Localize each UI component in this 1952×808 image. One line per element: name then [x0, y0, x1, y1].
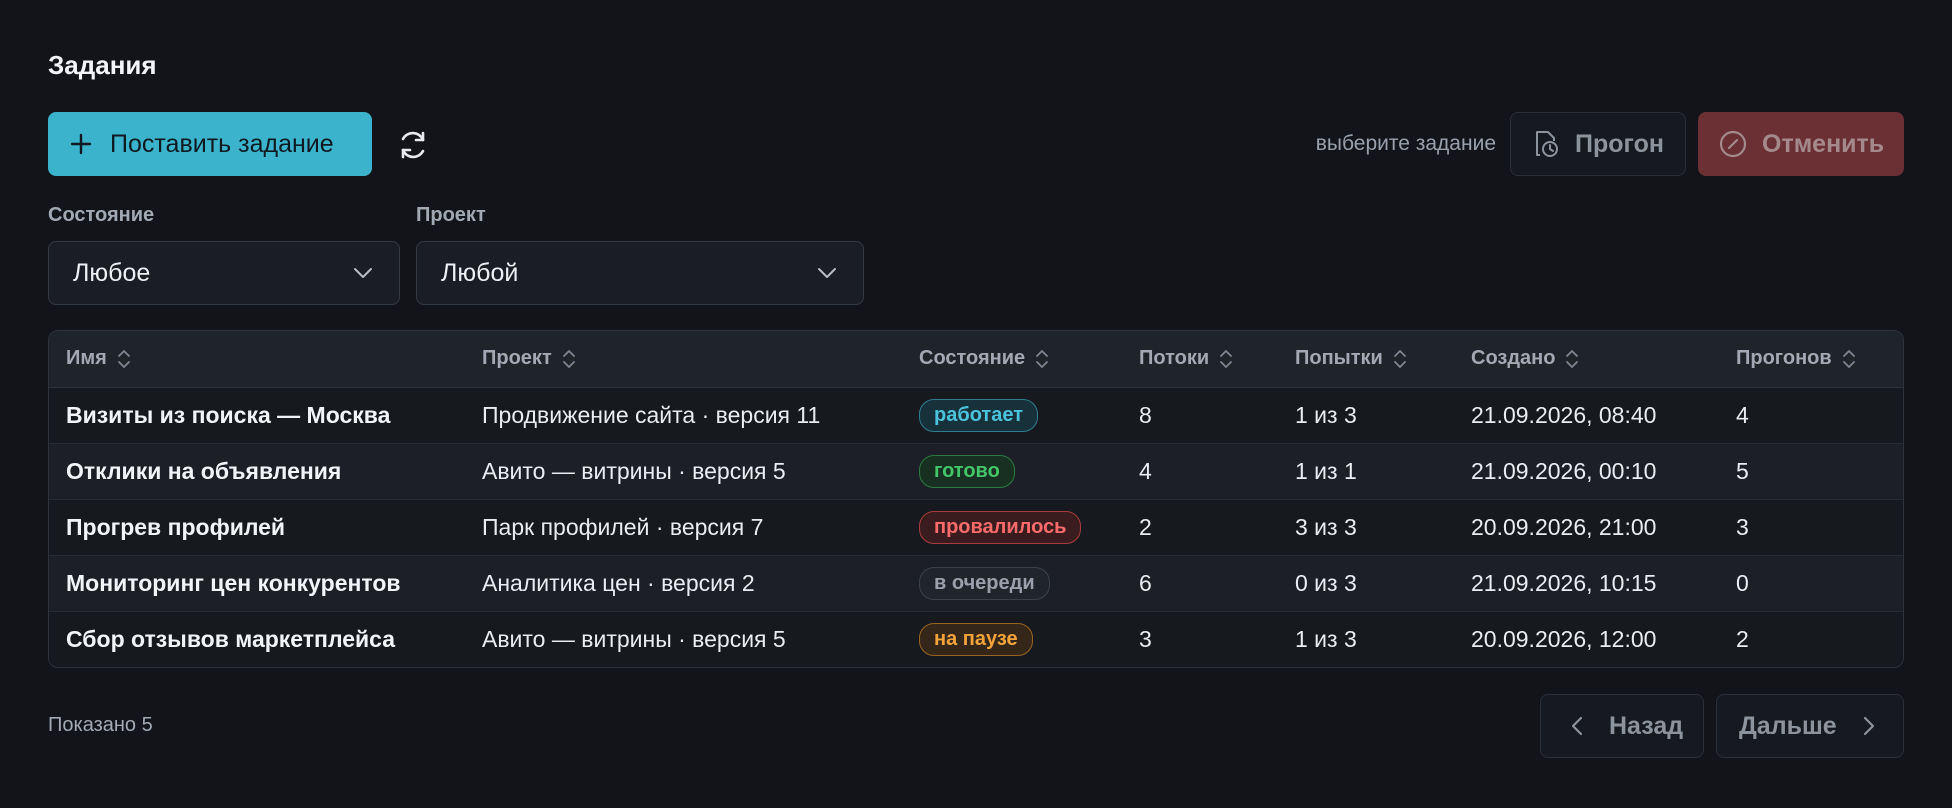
- sort-icon: [1036, 350, 1049, 368]
- status-badge: провалилось: [919, 510, 1082, 544]
- job-name: Визиты из поиска — Москва: [49, 387, 465, 444]
- state-filter-label: Состояние: [48, 204, 155, 226]
- run-button[interactable]: Прогон: [1510, 112, 1686, 176]
- column-header[interactable]: Проект: [465, 331, 902, 388]
- job-state: работает: [902, 387, 1122, 444]
- column-header[interactable]: Попытки: [1278, 331, 1454, 388]
- job-created: 21.09.2026, 10:15: [1454, 555, 1719, 612]
- job-attempts: 1 из 3: [1295, 625, 1357, 652]
- job-threads: 8: [1122, 387, 1278, 444]
- job-created: 20.09.2026, 12:00: [1471, 625, 1657, 652]
- job-threads: 3: [1139, 625, 1152, 652]
- table-header-row: Имя Проект Состояние Потоки Попытки Созд…: [49, 331, 1903, 388]
- project-select-value: Любой: [441, 258, 519, 287]
- project-filter-label: Проект: [416, 204, 486, 226]
- status-badge: готово: [919, 454, 1015, 488]
- job-name: Прогрев профилей: [49, 499, 465, 556]
- column-header[interactable]: Потоки: [1122, 331, 1278, 388]
- cancel-label: Отменить: [1762, 129, 1885, 158]
- job-state: в очереди: [902, 555, 1122, 612]
- job-state: провалилось: [902, 499, 1122, 556]
- job-project: Продвижение сайта · версия 11: [465, 387, 902, 444]
- refresh-icon[interactable]: [396, 128, 430, 162]
- status-badge: работает: [919, 398, 1038, 432]
- job-runs: 4: [1719, 387, 1903, 444]
- sort-icon: [117, 350, 130, 368]
- job-runs: 5: [1719, 443, 1903, 500]
- next-page-button[interactable]: Дальше: [1716, 694, 1904, 758]
- table-row[interactable]: Прогрев профилей Парк профилей · версия …: [49, 499, 1903, 556]
- job-name: Сбор отзывов маркетплейса: [66, 625, 396, 652]
- create-job-label: Поставить задание: [110, 129, 334, 158]
- sort-icon: [1566, 350, 1579, 368]
- column-header[interactable]: Состояние: [902, 331, 1122, 388]
- column-header[interactable]: Имя: [49, 331, 465, 388]
- state-select[interactable]: Любое: [48, 241, 400, 305]
- job-attempts: 1 из 3: [1278, 387, 1454, 444]
- chevron-down-icon: [818, 268, 836, 278]
- table-row[interactable]: Мониторинг цен конкурентов Аналитика цен…: [49, 555, 1903, 612]
- toolbar: Поставить задание выберите задание Прого…: [48, 112, 1904, 176]
- job-attempts: 3 из 3: [1278, 499, 1454, 556]
- state-filter: Состояние Любое: [48, 204, 400, 305]
- create-job-button[interactable]: Поставить задание: [48, 112, 372, 176]
- selection-actions: выберите задание Прогон Отменить: [1316, 112, 1904, 176]
- chevron-down-icon: [354, 268, 372, 278]
- run-clock-icon: [1536, 131, 1558, 157]
- job-runs: 2: [1736, 625, 1749, 652]
- chevron-right-icon: [1863, 716, 1874, 736]
- job-threads: 6: [1122, 555, 1278, 612]
- job-created: 20.09.2026, 21:00: [1454, 499, 1719, 556]
- job-project: Парк профилей · версия 7: [465, 499, 902, 556]
- job-runs: 0: [1719, 555, 1903, 612]
- job-threads: 2: [1122, 499, 1278, 556]
- job-project: Аналитика цен · версия 2: [465, 555, 902, 612]
- job-project: Авито — витрины · версия 5: [482, 625, 786, 652]
- status-badge: на паузе: [919, 622, 1033, 656]
- state-select-value: Любое: [73, 258, 151, 287]
- chevron-left-icon: [1571, 716, 1583, 736]
- job-state: готово: [902, 443, 1122, 500]
- column-header[interactable]: Прогонов: [1719, 331, 1903, 388]
- sort-icon: [562, 350, 575, 368]
- job-created: 21.09.2026, 08:40: [1454, 387, 1719, 444]
- cancel-icon: [1719, 130, 1747, 158]
- shown-count: Показано 5: [48, 714, 153, 736]
- jobs-page: Задания Поставить задание выберите задан…: [0, 0, 1952, 808]
- project-filter: Проект Любой: [416, 204, 864, 305]
- sort-icon: [1220, 350, 1233, 368]
- prev-page-label: Назад: [1609, 711, 1684, 740]
- job-attempts: 0 из 3: [1278, 555, 1454, 612]
- table-row[interactable]: Сбор отзывов маркетплейса Авито — витрин…: [49, 611, 1903, 667]
- table-row[interactable]: Визиты из поиска — Москва Продвижение са…: [49, 387, 1903, 444]
- job-created: 21.09.2026, 00:10: [1454, 443, 1719, 500]
- job-name: Мониторинг цен конкурентов: [49, 555, 465, 612]
- table-row[interactable]: Отклики на объявления Авито — витрины · …: [49, 443, 1903, 500]
- selection-hint: выберите задание: [1315, 132, 1496, 155]
- job-project: Авито — витрины · версия 5: [465, 443, 902, 500]
- sort-icon: [1842, 350, 1855, 368]
- jobs-table: Имя Проект Состояние Потоки Попытки Созд…: [48, 330, 1904, 668]
- cancel-job-button[interactable]: Отменить: [1698, 112, 1904, 176]
- job-attempts: 1 из 1: [1278, 443, 1454, 500]
- job-runs: 3: [1719, 499, 1903, 556]
- status-badge: в очереди: [919, 566, 1050, 600]
- pagination: Назад Дальше: [1540, 694, 1904, 758]
- prev-page-button[interactable]: Назад: [1540, 694, 1704, 758]
- page-title: Задания: [48, 50, 157, 80]
- job-state: на паузе: [902, 611, 1122, 667]
- plus-icon: [70, 133, 92, 155]
- sort-icon: [1393, 350, 1406, 368]
- column-header[interactable]: Создано: [1454, 331, 1719, 388]
- job-name: Отклики на объявления: [49, 443, 465, 500]
- run-label: Прогон: [1575, 129, 1664, 158]
- project-select[interactable]: Любой: [416, 241, 864, 305]
- next-page-label: Дальше: [1739, 711, 1837, 740]
- job-threads: 4: [1122, 443, 1278, 500]
